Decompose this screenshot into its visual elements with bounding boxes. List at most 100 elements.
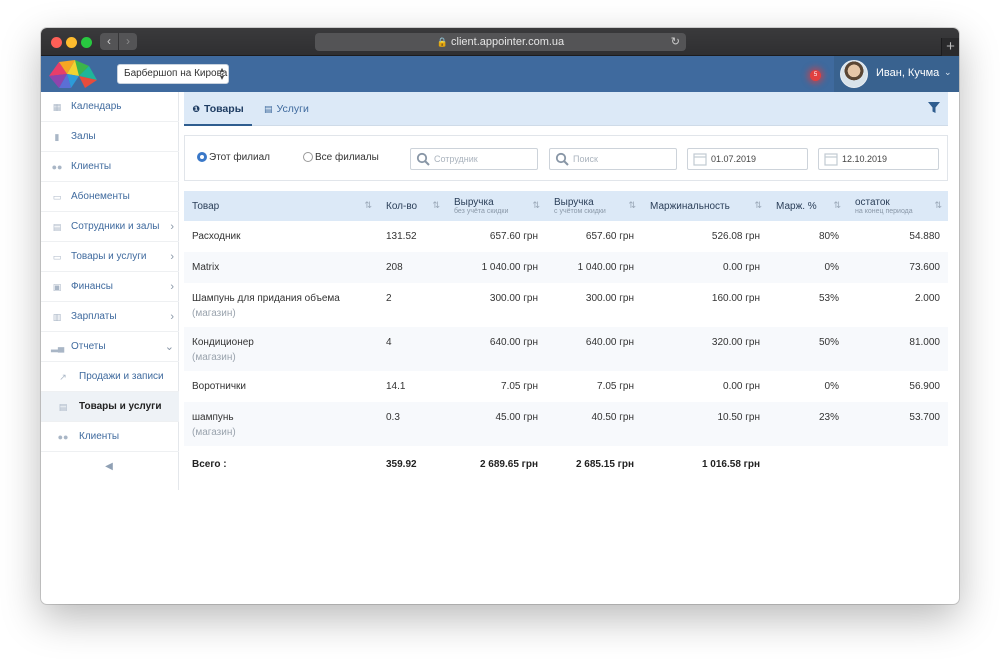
employee-filter-input[interactable]: Сотрудник (410, 148, 538, 170)
sidebar-item-calendar[interactable]: ▦ Календарь (41, 92, 179, 122)
cell-stock: 2.000 (914, 293, 940, 304)
forward-icon[interactable]: › (119, 33, 137, 50)
cell-margin-pct: 50% (768, 327, 847, 371)
sidebar-collapse-button[interactable]: ◀ (41, 452, 179, 482)
search-icon (555, 152, 569, 166)
table-row[interactable]: Расходник 131.52 657.60 грн 657.60 грн 5… (184, 221, 948, 252)
money-icon: ▣ (52, 282, 62, 292)
search-icon (416, 152, 430, 166)
chevron-down-icon: ⌄ (164, 341, 174, 353)
user-menu[interactable]: Иван, Кучма ⌄ (834, 56, 959, 92)
cell-margin: 526.08 грн (711, 231, 760, 242)
column-header-margin[interactable]: Маржинальность ⇅ (642, 191, 768, 221)
sidebar-subitem-goods-services[interactable]: ▤ Товары и услуги (41, 392, 179, 422)
app-logo[interactable] (45, 58, 101, 90)
sort-icon: ⇅ (628, 200, 636, 210)
sidebar-item-halls[interactable]: ▮ Залы (41, 122, 179, 152)
maximize-window-button[interactable] (81, 37, 92, 48)
total-margin: 1 016.58 грн (701, 459, 760, 470)
sidebar-item-clients[interactable]: ●● Клиенты (41, 152, 179, 182)
date-from-input[interactable]: 01.07.2019 (687, 148, 808, 170)
sidebar-item-label: Зарплаты (71, 311, 117, 322)
search-placeholder: Поиск (573, 154, 598, 164)
sidebar-item-subscriptions[interactable]: ▭ Абонементы (41, 182, 179, 212)
reload-icon[interactable]: ↻ (671, 33, 680, 51)
radio-this-branch[interactable]: Этот филиал (197, 152, 270, 164)
date-to-input[interactable]: 12.10.2019 (818, 148, 939, 170)
close-window-button[interactable] (51, 37, 62, 48)
cell-margin: 320.00 грн (642, 327, 768, 371)
cell-margin: 0.00 грн (723, 381, 760, 392)
column-header-revenue-discount[interactable]: Выручка с учётом скидки ⇅ (546, 191, 642, 221)
column-header-revenue[interactable]: Выручка без учёта скидки ⇅ (446, 191, 546, 221)
tab-services[interactable]: ▤ Услуги (264, 92, 309, 126)
cell-qty: 208 (378, 252, 446, 283)
cell-revenue-discount: 7.05 грн (597, 381, 634, 392)
sort-icon: ⇅ (754, 200, 762, 210)
cell-revenue-discount: 1 040.00 грн (546, 252, 642, 283)
bookmark-icon: ▮ (54, 132, 60, 142)
info-icon: ❶ (192, 104, 200, 114)
new-tab-button[interactable]: + (941, 38, 959, 56)
bar-chart-icon: ▂▄ (51, 342, 65, 352)
card-icon: ▭ (52, 192, 62, 202)
cell-margin: 10.50 грн (642, 402, 768, 446)
app-header: Барбершоп на Кирова ▴ ▾ 5 Иван, Кучма ⌄ (41, 56, 959, 92)
column-header-sublabel: без учёта скидки (454, 207, 509, 215)
total-revenue-discount: 2 685.15 грн (575, 459, 634, 470)
cell-qty: 2 (386, 293, 392, 304)
cell-margin-pct: 0% (824, 381, 839, 392)
table-row[interactable]: шампунь (магазин) 0.3 45.00 грн 40.50 грн… (184, 402, 948, 446)
total-stock (847, 446, 948, 482)
address-bar[interactable]: 🔒 client.appointer.com.ua ↻ (315, 33, 686, 51)
column-header-stock[interactable]: остаток на конец периода ⇅ (847, 191, 948, 221)
wallet-icon: ▥ (52, 312, 62, 322)
column-header-margin-pct[interactable]: Марж. % ⇅ (768, 191, 847, 221)
cell-margin-pct: 53% (818, 293, 839, 304)
table-total-row: Всего : 359.92 2 689.65 грн 2 685.15 грн… (184, 446, 948, 482)
column-header-qty[interactable]: Кол-во ⇅ (378, 191, 446, 221)
minimize-window-button[interactable] (66, 37, 77, 48)
sidebar-item-staff[interactable]: ▤ Сотрудники и залы › (41, 212, 179, 242)
sidebar-subitem-sales[interactable]: ↗ Продажи и записи (41, 362, 179, 392)
filter-icon[interactable] (928, 102, 940, 114)
branch-select-value: Барбершоп на Кирова (124, 68, 228, 79)
sidebar-item-label: Залы (71, 131, 96, 142)
back-icon[interactable]: ‹ (100, 33, 118, 50)
sidebar-item-label: Клиенты (79, 431, 120, 442)
total-qty: 359.92 (386, 459, 417, 470)
sidebar-subitem-clients[interactable]: ●● Клиенты (41, 422, 179, 452)
sort-icon: ⇅ (532, 200, 540, 210)
column-header-label: Маржинальность (650, 200, 730, 212)
tab-label: Товары (203, 103, 244, 115)
table-row[interactable]: Кондиционер (магазин) 4 640.00 грн 640.00… (184, 327, 948, 371)
notification-badge[interactable]: 5 (810, 70, 821, 81)
sidebar: ▦ Календарь ▮ Залы ●● Клиенты ▭ Абонементы ▤… (41, 92, 179, 490)
radio-all-branches[interactable]: Все филиалы (303, 152, 379, 164)
table-header-row: Товар ⇅ Кол-во ⇅ Выручка без учёта скидки ⇅ … (184, 191, 948, 221)
column-header-sublabel: на конец периода (855, 207, 913, 215)
column-header-sublabel: с учётом скидки (554, 207, 606, 215)
sidebar-item-label: Абонементы (71, 191, 130, 202)
table-row[interactable]: Воротнички 14.1 7.05 грн 7.05 грн 0.00 г… (184, 371, 948, 402)
table-row[interactable]: Matrix 208 1 040.00 грн 1 040.00 грн 0.0… (184, 252, 948, 283)
sidebar-item-label: Товары и услуги (79, 401, 162, 412)
lock-icon: 🔒 (436, 37, 449, 47)
tab-goods[interactable]: ❶ Товары (184, 92, 252, 126)
sidebar-item-goods-services[interactable]: ▭ Товары и услуги › (41, 242, 179, 272)
product-name: Matrix (192, 262, 220, 273)
chevron-right-icon: › (170, 311, 174, 323)
sidebar-item-reports[interactable]: ▂▄ Отчеты ⌄ (41, 332, 179, 362)
sidebar-item-finance[interactable]: ▣ Финансы › (41, 272, 179, 302)
sidebar-item-label: Товары и услуги (71, 251, 147, 262)
column-header-product[interactable]: Товар ⇅ (184, 191, 378, 221)
search-input[interactable]: Поиск (549, 148, 677, 170)
select-caret-icon: ▴ ▾ (219, 65, 224, 82)
id-card-icon: ▤ (264, 104, 273, 114)
calendar-icon: ▦ (52, 102, 62, 112)
avatar (840, 60, 868, 88)
branch-select[interactable]: Барбершоп на Кирова ▴ ▾ (117, 64, 229, 84)
chevron-right-icon: › (170, 251, 174, 263)
table-row[interactable]: Шампунь для придания объема (магазин) 2 3… (184, 283, 948, 327)
sidebar-item-salaries[interactable]: ▥ Зарплаты › (41, 302, 179, 332)
